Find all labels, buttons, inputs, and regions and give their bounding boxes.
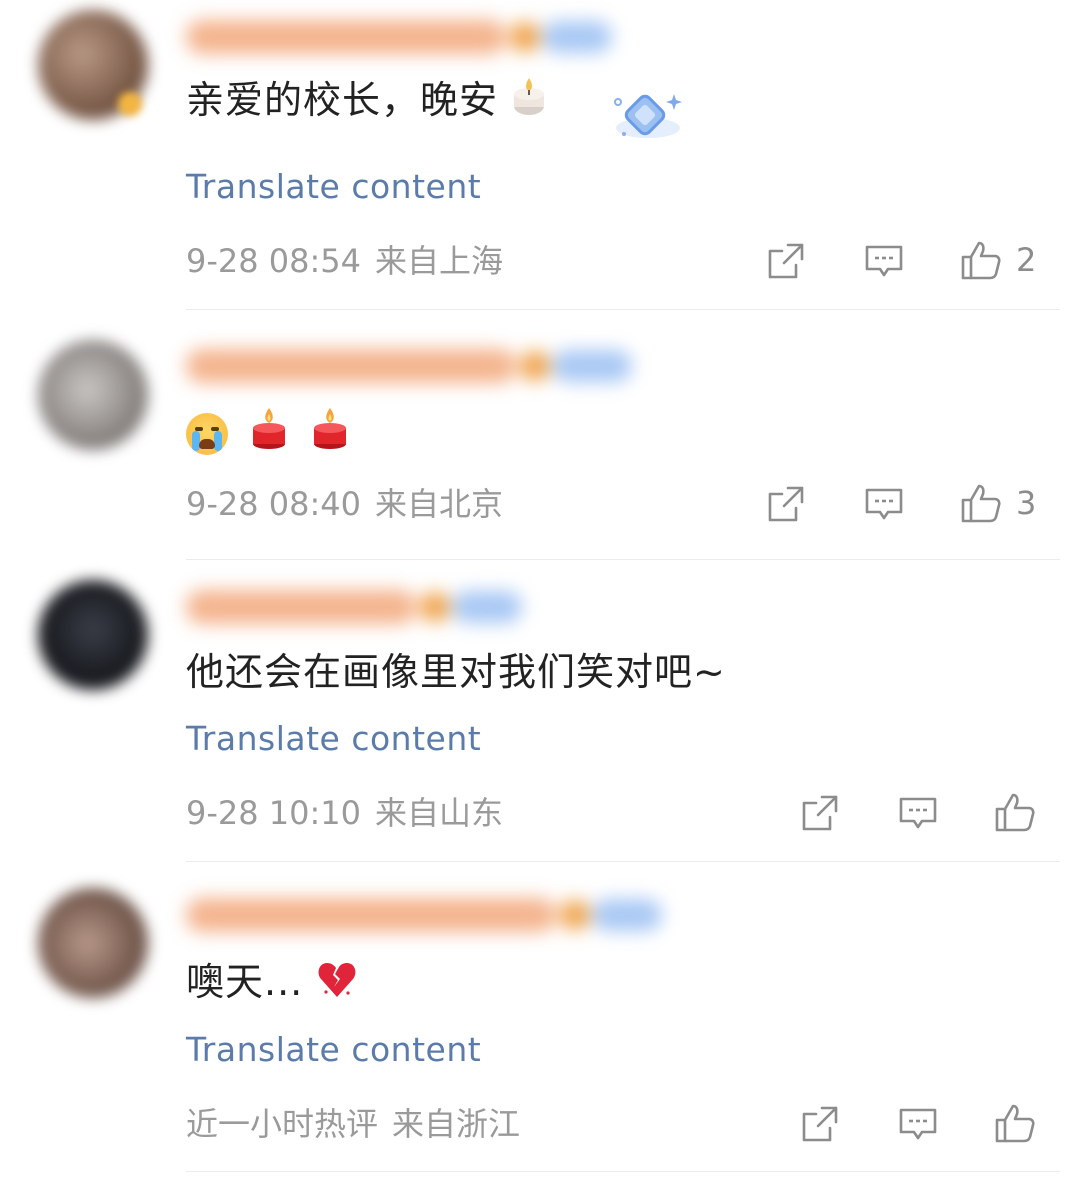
thumbs-up-icon: [995, 793, 1035, 832]
comment-icon: [865, 245, 903, 277]
divider: [186, 1171, 1060, 1172]
thumbs-up-icon: [961, 484, 1001, 523]
share-icon: [802, 795, 838, 831]
comment-meta: 9-28 08:54 来自上海: [186, 241, 503, 281]
broken-heart-emoji-icon: [316, 959, 358, 1010]
like-button[interactable]: 3: [960, 482, 1036, 524]
translate-content-link[interactable]: Translate content: [186, 167, 481, 207]
timestamp: 9-28 10:10: [186, 794, 362, 832]
share-button[interactable]: [766, 484, 806, 524]
share-icon: [768, 486, 804, 522]
comment-meta: 9-28 08:40 来自北京: [186, 484, 503, 524]
red-candle-emoji-icon: [310, 406, 350, 461]
diamond-badge-icon: [600, 84, 690, 154]
location: 来自上海: [375, 242, 504, 280]
translate-content-link[interactable]: Translate content: [186, 1030, 481, 1070]
timestamp: 9-28 08:40: [186, 485, 362, 523]
share-button[interactable]: [800, 793, 840, 833]
comment-icon: [899, 1108, 937, 1140]
username[interactable]: [186, 347, 632, 385]
avatar[interactable]: [38, 340, 148, 450]
share-button[interactable]: [766, 241, 806, 281]
username[interactable]: [186, 896, 662, 934]
verified-badge-icon: [118, 92, 142, 116]
thumbs-up-icon: [961, 241, 1001, 280]
location: 来自北京: [375, 485, 504, 523]
like-count: 3: [1016, 484, 1037, 522]
like-count: 2: [1016, 241, 1037, 279]
comment-icon: [865, 488, 903, 520]
username[interactable]: [186, 18, 612, 56]
emoji-row: [186, 406, 358, 461]
comment-item: 噢天... Translate content 近一小时热评 来自浙江: [0, 862, 1080, 1186]
comment-button[interactable]: [864, 484, 904, 524]
crying-face-emoji-icon: [186, 412, 228, 455]
timestamp: 9-28 08:54: [186, 242, 362, 280]
comment-meta: 9-28 10:10 来自山东: [186, 793, 503, 833]
comment-item: 他还会在画像里对我们笑对吧~ Translate content 9-28 10…: [0, 560, 1080, 862]
comment-button[interactable]: [864, 241, 904, 281]
comment-feed: 亲爱的校长，晚安 Translate content 9-28 08:54 来自…: [0, 0, 1080, 1186]
candle-emoji-icon: [511, 76, 547, 129]
location: 来自山东: [375, 794, 504, 832]
red-candle-emoji-icon: [249, 406, 289, 461]
comment-button[interactable]: [898, 1104, 938, 1144]
comment-text: 亲爱的校长，晚安: [186, 76, 555, 129]
comment-item: 亲爱的校长，晚安 Translate content 9-28 08:54 来自…: [0, 0, 1080, 310]
share-button[interactable]: [800, 1104, 840, 1144]
like-button[interactable]: 2: [960, 239, 1036, 281]
comment-text: 噢天...: [186, 958, 366, 1010]
translate-content-link[interactable]: Translate content: [186, 719, 481, 759]
username[interactable]: [186, 588, 522, 626]
share-icon: [802, 1106, 838, 1142]
comment-item: 9-28 08:40 来自北京 3: [0, 310, 1080, 560]
thumbs-up-icon: [995, 1104, 1035, 1143]
comment-meta: 近一小时热评 来自浙江: [186, 1104, 520, 1144]
like-button[interactable]: [994, 791, 1036, 833]
share-icon: [768, 243, 804, 279]
comment-icon: [899, 797, 937, 829]
avatar[interactable]: [38, 580, 148, 690]
timestamp: 近一小时热评: [186, 1105, 379, 1143]
comment-button[interactable]: [898, 793, 938, 833]
like-button[interactable]: [994, 1102, 1036, 1144]
location: 来自浙江: [392, 1105, 521, 1143]
comment-text: 他还会在画像里对我们笑对吧~: [186, 650, 726, 694]
avatar[interactable]: [38, 888, 148, 998]
